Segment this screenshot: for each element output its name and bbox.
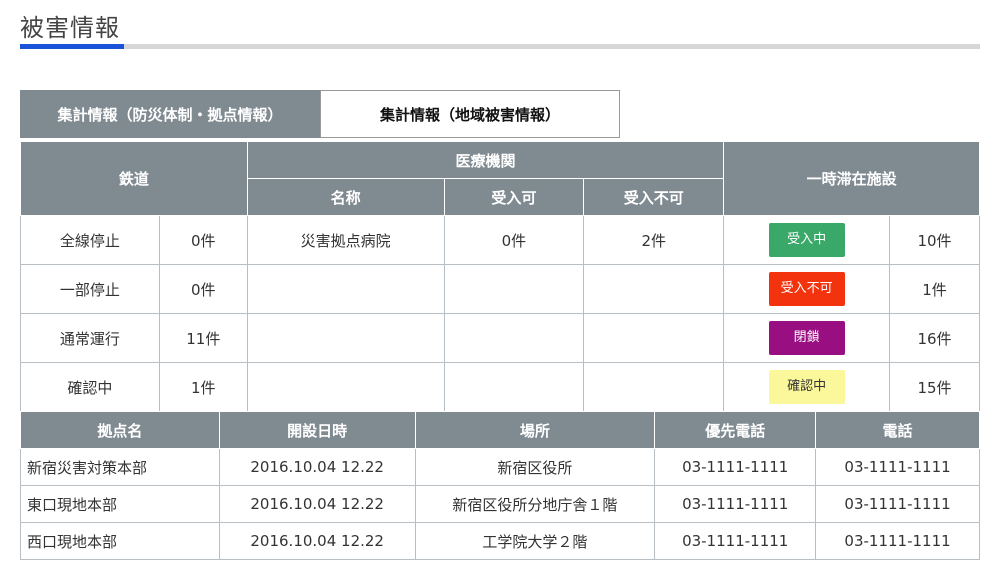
shelter-count: 16件	[889, 313, 980, 363]
medical-name	[246, 264, 445, 314]
rail-count: 11件	[158, 313, 248, 363]
table-row: 新宿災害対策本部 2016.10.04 12.22 新宿区役所 03-1111-…	[20, 448, 980, 486]
summary-row: 全線停止 0件 災害拠点病院 0件 2件 受入中 10件	[20, 215, 980, 265]
title-underline	[20, 44, 980, 49]
place: 工学院大学２階	[414, 522, 656, 560]
phone-header: 電話	[815, 411, 980, 449]
priority-phone: 03-1111-1111	[654, 522, 817, 560]
bases-table: 拠点名 開設日時 場所 優先電話 電話 新宿災害対策本部 2016.10.04 …	[20, 411, 980, 560]
medical-reject-count: 2件	[583, 215, 725, 265]
opened-at: 2016.10.04 12.22	[218, 448, 416, 486]
base-name: 西口現地本部	[20, 522, 220, 560]
tab-defense-base-info[interactable]: 集計情報（防災体制・拠点情報）	[20, 90, 320, 138]
phone: 03-1111-1111	[815, 448, 980, 486]
summary-row: 通常運行 11件 閉鎖 16件	[20, 313, 980, 363]
rail-status: 全線停止	[20, 215, 160, 265]
medical-reject-header: 受入不可	[583, 178, 725, 216]
medical-accept-header: 受入可	[443, 178, 585, 216]
shelter-status-badge[interactable]: 閉鎖	[768, 321, 845, 355]
opened-at-header: 開設日時	[218, 411, 416, 449]
medical-reject-count	[583, 362, 725, 412]
rail-count: 0件	[158, 264, 248, 314]
shelter-status-cell: 受入不可	[723, 264, 891, 314]
shelter-count: 10件	[889, 215, 980, 265]
base-name: 東口現地本部	[20, 485, 220, 523]
shelter-status-badge[interactable]: 受入中	[768, 223, 845, 257]
medical-accept-count	[443, 264, 585, 314]
page-title: 被害情報	[20, 14, 120, 42]
base-name: 新宿災害対策本部	[20, 448, 220, 486]
medical-reject-count	[583, 264, 725, 314]
priority-phone: 03-1111-1111	[654, 448, 817, 486]
shelter-header: 一時滞在施設	[723, 141, 980, 216]
medical-accept-count	[443, 362, 585, 412]
summary-tabs: 集計情報（防災体制・拠点情報） 集計情報（地域被害情報）	[20, 90, 620, 140]
phone: 03-1111-1111	[815, 522, 980, 560]
shelter-count: 1件	[889, 264, 980, 314]
medical-reject-count	[583, 313, 725, 363]
rail-status: 確認中	[20, 362, 160, 412]
summary-table: 鉄道 医療機関 一時滞在施設 名称 受入可 受入不可 全線停止 0件 災害拠点病…	[20, 141, 980, 412]
rail-count: 1件	[158, 362, 248, 412]
place: 新宿区役所	[414, 448, 656, 486]
shelter-status-cell: 閉鎖	[723, 313, 891, 363]
shelter-status-cell: 確認中	[723, 362, 891, 412]
base-name-header: 拠点名	[20, 411, 220, 449]
table-row: 西口現地本部 2016.10.04 12.22 工学院大学２階 03-1111-…	[20, 522, 980, 560]
shelter-status-badge[interactable]: 確認中	[768, 370, 845, 404]
phone: 03-1111-1111	[815, 485, 980, 523]
shelter-status-cell: 受入中	[723, 215, 891, 265]
opened-at: 2016.10.04 12.22	[218, 522, 416, 560]
medical-header: 医療機関	[246, 141, 725, 179]
place-header: 場所	[414, 411, 656, 449]
rail-count: 0件	[158, 215, 248, 265]
medical-name	[246, 362, 445, 412]
medical-name: 災害拠点病院	[246, 215, 445, 265]
medical-accept-count: 0件	[443, 215, 585, 265]
priority-phone: 03-1111-1111	[654, 485, 817, 523]
medical-name	[246, 313, 445, 363]
railway-header: 鉄道	[20, 141, 248, 216]
summary-row: 一部停止 0件 受入不可 1件	[20, 264, 980, 314]
shelter-count: 15件	[889, 362, 980, 412]
priority-phone-header: 優先電話	[654, 411, 817, 449]
medical-name-header: 名称	[246, 178, 445, 216]
place: 新宿区役所分地庁舎１階	[414, 485, 656, 523]
rail-status: 通常運行	[20, 313, 160, 363]
opened-at: 2016.10.04 12.22	[218, 485, 416, 523]
summary-row: 確認中 1件 確認中 15件	[20, 362, 980, 412]
medical-accept-count	[443, 313, 585, 363]
shelter-status-badge[interactable]: 受入不可	[768, 272, 845, 306]
table-row: 東口現地本部 2016.10.04 12.22 新宿区役所分地庁舎１階 03-1…	[20, 485, 980, 523]
title-underline-accent	[20, 44, 124, 49]
tab-area-damage-info[interactable]: 集計情報（地域被害情報）	[320, 90, 620, 138]
rail-status: 一部停止	[20, 264, 160, 314]
